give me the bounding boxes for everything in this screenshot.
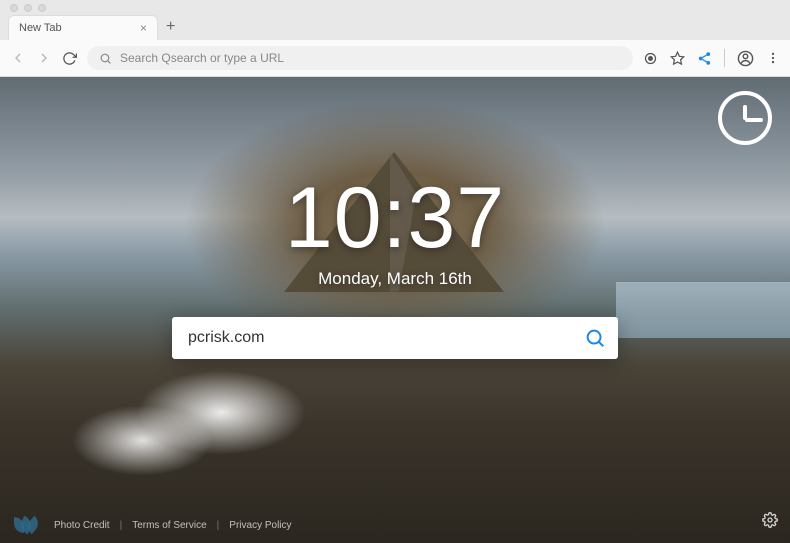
toolbar: Search Qsearch or type a URL: [0, 40, 790, 77]
window-controls: [0, 0, 790, 12]
footer-logo-icon: [14, 517, 44, 533]
profile-icon[interactable]: [737, 50, 754, 67]
tab-bar: New Tab × +: [0, 12, 790, 40]
url-placeholder: Search Qsearch or type a URL: [120, 51, 284, 65]
search-icon: [99, 52, 112, 65]
date-display: Monday, March 16th: [318, 269, 472, 289]
time-display: 10:37: [285, 175, 505, 261]
window-close-dot[interactable]: [10, 4, 18, 12]
photo-credit-link[interactable]: Photo Credit: [54, 520, 110, 531]
footer-sep: |: [120, 520, 123, 531]
clock-icon[interactable]: [718, 91, 772, 145]
reload-button[interactable]: [62, 51, 77, 66]
share-icon[interactable]: [697, 51, 712, 66]
toolbar-icons: [643, 49, 780, 67]
window-minimize-dot[interactable]: [24, 4, 32, 12]
tab-title: New Tab: [19, 22, 62, 34]
search-box: [172, 317, 618, 359]
close-icon[interactable]: ×: [140, 21, 147, 35]
target-icon[interactable]: [643, 51, 658, 66]
url-bar[interactable]: Search Qsearch or type a URL: [87, 46, 633, 70]
terms-link[interactable]: Terms of Service: [132, 520, 206, 531]
magnifier-icon: [584, 327, 606, 349]
new-tab-button[interactable]: +: [158, 14, 183, 40]
page-content: 10:37 Monday, March 16th Photo Credit | …: [0, 77, 790, 543]
forward-button[interactable]: [36, 50, 52, 66]
star-icon[interactable]: [670, 51, 685, 66]
search-input[interactable]: [188, 317, 584, 359]
back-button[interactable]: [10, 50, 26, 66]
footer: Photo Credit | Terms of Service | Privac…: [0, 507, 790, 543]
footer-sep: |: [217, 520, 220, 531]
search-button[interactable]: [584, 327, 606, 349]
tab-new-tab[interactable]: New Tab ×: [8, 15, 158, 40]
toolbar-divider: [724, 49, 725, 67]
menu-icon[interactable]: [766, 51, 780, 65]
window-maximize-dot[interactable]: [38, 4, 46, 12]
center-widget: 10:37 Monday, March 16th: [0, 175, 790, 359]
gear-icon[interactable]: [762, 512, 778, 533]
privacy-link[interactable]: Privacy Policy: [229, 520, 291, 531]
